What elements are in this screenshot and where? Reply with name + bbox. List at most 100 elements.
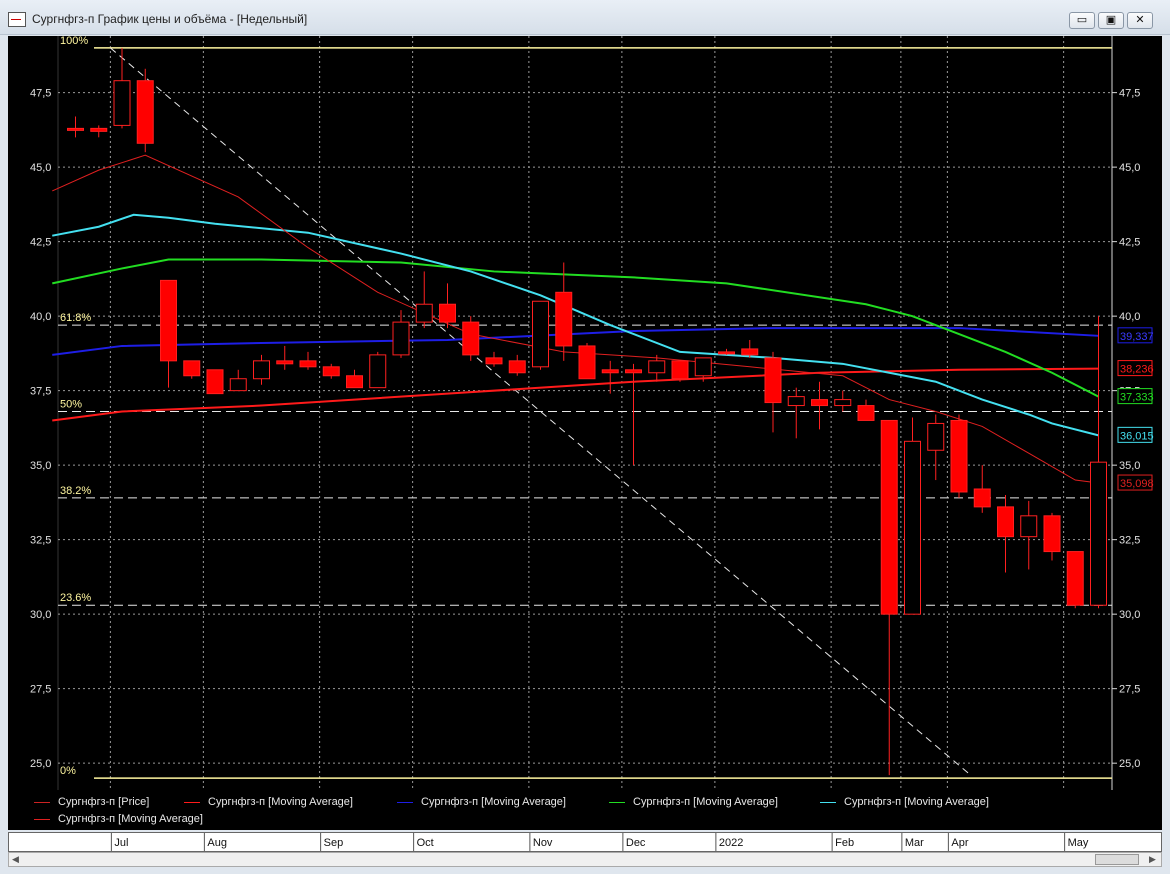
candle-body xyxy=(508,360,526,374)
legend-item-price: Сургнфгз-п [Price] xyxy=(34,796,149,808)
candle-body xyxy=(927,422,945,451)
candle-body xyxy=(183,360,201,377)
y-tick-label-left: 42,5 xyxy=(30,237,51,249)
y-tick-label-right: 45,0 xyxy=(1119,162,1140,174)
candle-body xyxy=(834,399,852,407)
last-value-label: 35,098 xyxy=(1120,478,1154,490)
chart-app-icon xyxy=(8,12,26,27)
time-axis-label: Nov xyxy=(533,837,553,849)
y-tick-label-left: 40,0 xyxy=(30,311,51,323)
y-tick-label-right: 30,0 xyxy=(1119,609,1140,621)
y-tick-label-left: 47,5 xyxy=(30,88,51,100)
y-tick-label-left: 30,0 xyxy=(30,609,51,621)
candle-body xyxy=(206,369,224,395)
legend-label: Сургнфгз-п [Moving Average] xyxy=(633,796,778,808)
candle-body xyxy=(671,360,689,380)
last-value-label: 39,337 xyxy=(1120,331,1154,343)
candle-body xyxy=(229,378,247,392)
time-axis-label: Mar xyxy=(905,837,924,849)
moving-average-line xyxy=(52,327,1099,356)
y-tick-label-left: 45,0 xyxy=(30,162,51,174)
y-tick-label-right: 32,5 xyxy=(1119,535,1140,547)
candle-body xyxy=(578,345,596,380)
fib-level-label: 61.8% xyxy=(60,312,91,324)
legend-item-ma-dark-red: Сургнфгз-п [Moving Average] xyxy=(34,813,203,825)
window-title: Сургнфгз-п График цены и объёма - [Недел… xyxy=(32,12,308,26)
legend-swatch xyxy=(184,801,200,803)
y-tick-label-left: 27,5 xyxy=(30,684,51,696)
y-tick-label-left: 32,5 xyxy=(30,535,51,547)
time-axis-svg: Jul Aug Sep Oct Nov Dec 2022 Feb Mar Apr May xyxy=(110,833,1089,851)
last-value-label: 38,236 xyxy=(1120,364,1154,376)
candle-body xyxy=(1066,551,1084,606)
candle-body xyxy=(625,369,642,374)
candle-body xyxy=(415,303,433,323)
candle-body xyxy=(601,369,619,374)
close-button[interactable]: ✕ xyxy=(1127,12,1153,29)
candle-body xyxy=(439,303,456,323)
candle-body xyxy=(369,354,387,389)
scroll-thumb[interactable] xyxy=(1095,854,1139,865)
candle-body xyxy=(880,419,898,615)
fib-level-label: 23.6% xyxy=(60,592,91,604)
horizontal-scrollbar[interactable]: ◀ ▶ xyxy=(8,852,1162,867)
fib-level-label: 50% xyxy=(60,399,82,411)
price-chart[interactable]: 25,0 25,0 27,5 27,5 30,0 30,0 32,5 32,5 35,0 35,0… xyxy=(8,35,1162,830)
candle-body xyxy=(1090,461,1107,606)
candle-body xyxy=(322,366,340,377)
time-axis-label: 2022 xyxy=(719,837,743,849)
y-tick-label-right: 25,0 xyxy=(1119,758,1140,770)
candle-body xyxy=(764,357,782,404)
y-tick-label-left: 37,5 xyxy=(30,386,51,398)
y-tick-label-left: 25,0 xyxy=(30,758,51,770)
title-bar[interactable]: Сургнфгз-п График цены и объёма - [Недел… xyxy=(0,0,1170,35)
time-axis-label: Sep xyxy=(324,837,344,849)
time-axis-label: Feb xyxy=(835,837,854,849)
candle-body xyxy=(648,360,666,374)
candle-body xyxy=(997,506,1014,538)
last-value-label: 36,015 xyxy=(1120,430,1154,442)
legend-item-ma-blue: Сургнфгз-п [Moving Average] xyxy=(397,796,566,808)
candle-body xyxy=(1043,515,1061,553)
candle-body xyxy=(485,357,503,365)
scroll-right-arrow[interactable]: ▶ xyxy=(1149,854,1156,865)
candle-body xyxy=(253,360,270,380)
candle-body xyxy=(532,300,549,368)
candle-body xyxy=(392,321,410,356)
y-tick-label-right: 27,5 xyxy=(1119,684,1140,696)
legend-label: Сургнфгз-п [Moving Average] xyxy=(421,796,566,808)
chart-svg[interactable]: 25,0 25,0 27,5 27,5 30,0 30,0 32,5 32,5 35,0 35,0… xyxy=(8,35,1162,790)
candle-body xyxy=(718,351,735,355)
candle-body xyxy=(113,80,131,126)
legend-swatch xyxy=(397,801,413,803)
legend: Сургнфгз-п [Price] Сургнфгз-п [Moving Av… xyxy=(8,790,1162,830)
legend-swatch xyxy=(34,801,50,803)
legend-label: Сургнфгз-п [Moving Average] xyxy=(58,813,203,825)
time-axis-label: Jul xyxy=(114,837,128,849)
scroll-left-arrow[interactable]: ◀ xyxy=(12,854,19,865)
time-axis-label: Oct xyxy=(417,837,434,849)
time-axis[interactable]: Jul Aug Sep Oct Nov Dec 2022 Feb Mar Apr May xyxy=(8,832,1162,852)
candle-body xyxy=(973,488,991,508)
candle-body xyxy=(950,419,968,493)
time-axis-label: Apr xyxy=(951,837,968,849)
candle-body xyxy=(787,396,805,407)
y-tick-label-right: 40,0 xyxy=(1119,311,1140,323)
legend-swatch xyxy=(609,801,625,803)
y-tick-label-right: 42,5 xyxy=(1119,237,1140,249)
candle-body xyxy=(299,360,317,368)
candle-body xyxy=(67,127,84,131)
minimize-button[interactable]: ▭ xyxy=(1069,12,1095,29)
fib-level-label: 38.2% xyxy=(60,485,91,497)
y-tick-label-right: 47,5 xyxy=(1119,88,1140,100)
candle-body xyxy=(811,399,828,407)
candle-body xyxy=(276,360,294,365)
y-tick-label-left: 35,0 xyxy=(30,460,51,472)
chart-window: Сургнфгз-п График цены и объёма - [Недел… xyxy=(0,0,1170,874)
last-value-label: 37,333 xyxy=(1120,392,1154,404)
candle-body xyxy=(904,440,921,615)
legend-label: Сургнфгз-п [Moving Average] xyxy=(844,796,989,808)
candle-body xyxy=(462,321,480,356)
legend-item-ma-cyan: Сургнфгз-п [Moving Average] xyxy=(820,796,989,808)
restore-button[interactable]: ▣ xyxy=(1098,12,1124,29)
